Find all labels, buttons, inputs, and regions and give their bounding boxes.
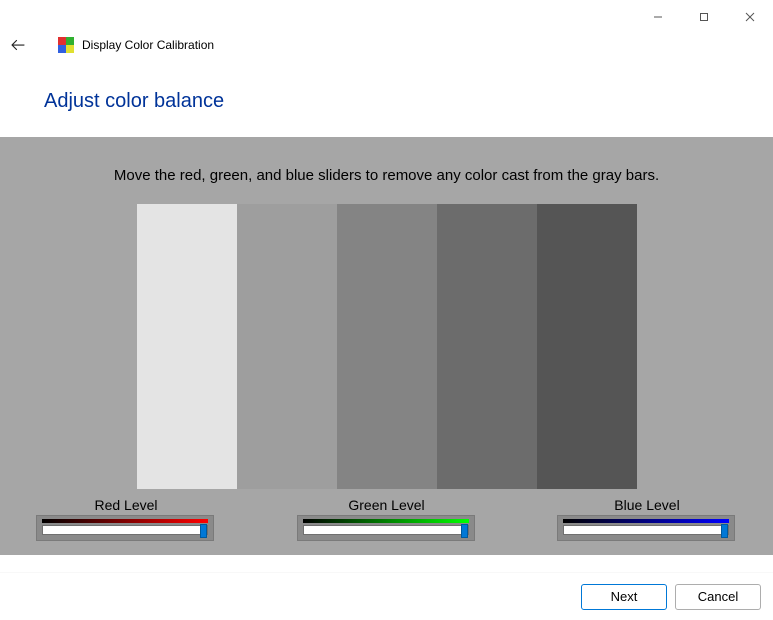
gray-bar-2 bbox=[237, 204, 337, 489]
maximize-icon bbox=[698, 11, 710, 23]
minimize-window-button[interactable] bbox=[635, 4, 681, 30]
app-title: Display Color Calibration bbox=[82, 38, 214, 52]
blue-slider-thumb[interactable] bbox=[721, 524, 728, 538]
gray-bars-sample bbox=[137, 204, 637, 489]
footer-bar: Next Cancel bbox=[0, 572, 773, 620]
red-level-slider[interactable] bbox=[36, 515, 214, 541]
window-titlebar bbox=[0, 0, 773, 30]
gray-bar-3 bbox=[337, 204, 437, 489]
gray-bar-4 bbox=[437, 204, 537, 489]
red-level-label: Red Level bbox=[36, 497, 216, 513]
back-button[interactable] bbox=[6, 33, 30, 57]
blue-level-label: Blue Level bbox=[557, 497, 737, 513]
content-area: Move the red, green, and blue sliders to… bbox=[0, 137, 773, 555]
green-level-slider-group: Green Level bbox=[297, 497, 477, 541]
blue-gradient-strip bbox=[563, 519, 729, 523]
back-arrow-icon bbox=[9, 36, 27, 54]
header-bar: Display Color Calibration bbox=[0, 30, 773, 60]
blue-level-slider-group: Blue Level bbox=[557, 497, 737, 541]
minimize-icon bbox=[652, 11, 664, 23]
gray-bar-5 bbox=[537, 204, 637, 489]
blue-slider-track bbox=[563, 525, 729, 535]
green-slider-track bbox=[303, 525, 469, 535]
red-level-slider-group: Red Level bbox=[36, 497, 216, 541]
green-gradient-strip bbox=[303, 519, 469, 523]
gray-bar-1 bbox=[137, 204, 237, 489]
instruction-text: Move the red, green, and blue sliders to… bbox=[0, 167, 773, 184]
close-icon bbox=[744, 11, 756, 23]
page-title: Adjust color balance bbox=[0, 60, 773, 137]
red-gradient-strip bbox=[42, 519, 208, 523]
app-icon bbox=[58, 37, 74, 53]
green-level-label: Green Level bbox=[297, 497, 477, 513]
next-button[interactable]: Next bbox=[581, 584, 667, 610]
close-window-button[interactable] bbox=[727, 4, 773, 30]
cancel-button[interactable]: Cancel bbox=[675, 584, 761, 610]
blue-level-slider[interactable] bbox=[557, 515, 735, 541]
red-slider-track bbox=[42, 525, 208, 535]
red-slider-thumb[interactable] bbox=[200, 524, 207, 538]
green-level-slider[interactable] bbox=[297, 515, 475, 541]
maximize-window-button[interactable] bbox=[681, 4, 727, 30]
sliders-row: Red Level Green Level Blue Level bbox=[0, 489, 773, 541]
green-slider-thumb[interactable] bbox=[461, 524, 468, 538]
